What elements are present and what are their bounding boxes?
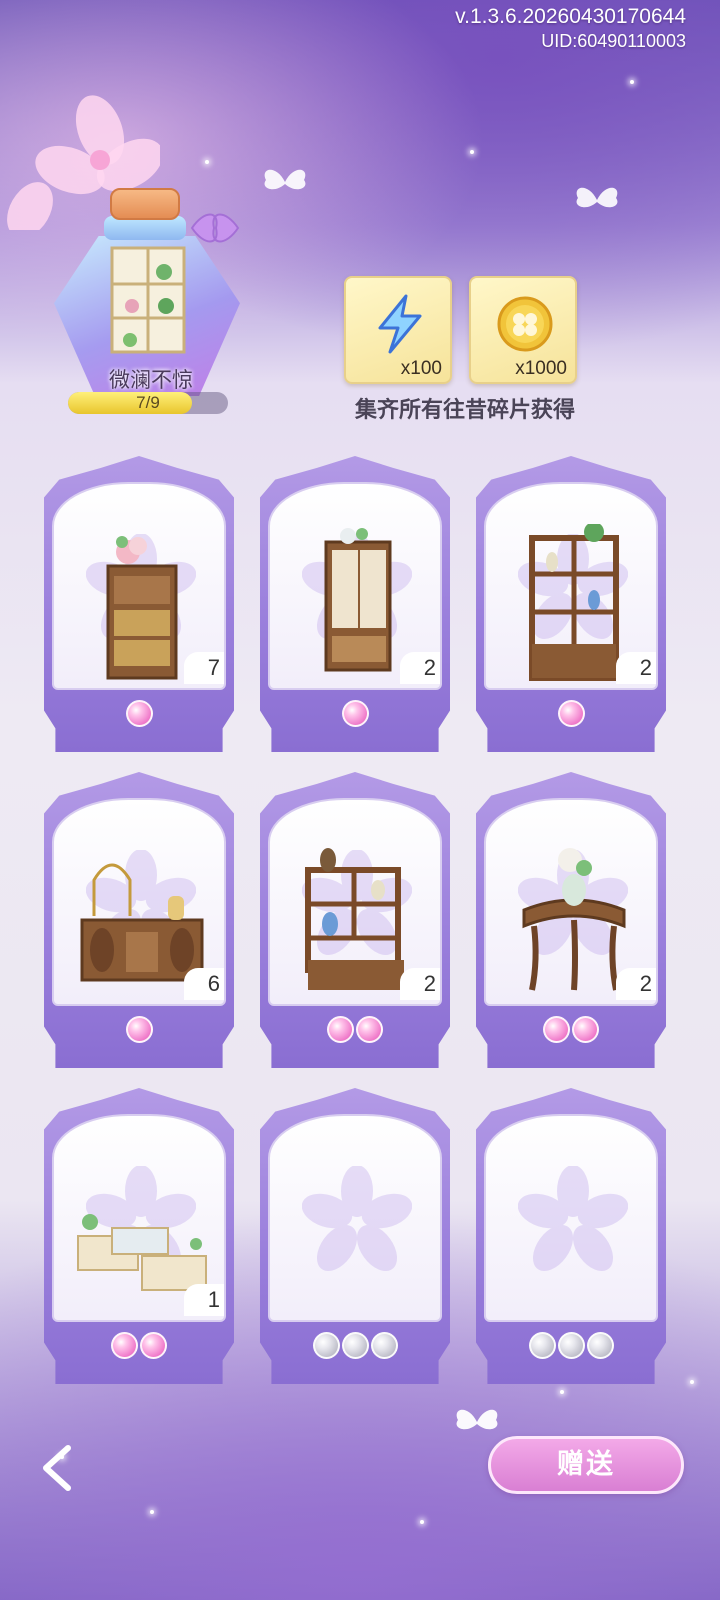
reward-item-energy[interactable]: x100 [344, 276, 452, 384]
rarity-orbs [260, 700, 450, 728]
fragment-card-vase-shelf[interactable]: 2 [260, 772, 450, 1068]
pink-orb-icon [557, 700, 585, 727]
butterfly-icon [258, 162, 312, 198]
rarity-orbs [476, 1016, 666, 1044]
pink-orb-icon [125, 1016, 153, 1043]
version-text: v.1.3.6.20260430170644 [455, 5, 686, 28]
pink-orb-icon [356, 1016, 383, 1043]
fragment-card-counter[interactable]: 1 [44, 1088, 234, 1384]
shelf-miniature-icon [110, 246, 186, 354]
fragment-card-empty[interactable] [260, 1088, 450, 1384]
grey-orb-icon [586, 1332, 614, 1359]
rarity-orbs [260, 1332, 450, 1360]
butterfly-icon [570, 180, 624, 216]
fragment-card-empty[interactable] [476, 1088, 666, 1384]
fragment-card-wardrobe[interactable]: 2 [260, 456, 450, 752]
rarity-orbs [260, 1016, 450, 1044]
progress-text: 7/9 [136, 393, 160, 412]
fragment-count: 2 [400, 652, 440, 684]
reward-count: x1000 [515, 358, 567, 379]
fragment-count: 2 [616, 652, 656, 684]
fragment-count: 2 [616, 968, 656, 1000]
flower-watermark-icon [518, 1166, 628, 1272]
rarity-orbs [476, 1332, 666, 1360]
uid-text: UID:60490110003 [541, 31, 686, 51]
collection-progress-bar: 7/9 [68, 392, 228, 414]
rarity-orbs [44, 1332, 234, 1360]
fragment-count: 7 [184, 652, 224, 684]
card-panel [484, 1114, 658, 1322]
fragment-card-birdcage-sideboard[interactable]: 6 [44, 772, 234, 1068]
grey-orb-icon [370, 1332, 398, 1359]
lightning-icon [378, 294, 422, 354]
flower-watermark-icon [302, 1166, 412, 1272]
bottle-cork [110, 188, 180, 220]
fragment-card-flower-cabinet[interactable]: 7 [44, 456, 234, 752]
grey-orb-icon [528, 1332, 556, 1359]
pink-orb-icon [140, 1332, 167, 1359]
grey-orb-icon [312, 1332, 340, 1359]
pink-orb-icon [327, 1016, 354, 1043]
back-arrow-icon[interactable] [36, 1442, 80, 1494]
gift-button[interactable]: 赠送 [488, 1436, 684, 1494]
reward-item-coin[interactable]: x1000 [469, 276, 577, 384]
rarity-orbs [44, 700, 234, 728]
grey-orb-icon [341, 1332, 369, 1359]
pink-orb-icon [341, 700, 369, 727]
pink-orb-icon [543, 1016, 570, 1043]
fragment-count: 2 [400, 968, 440, 1000]
rarity-orbs [44, 1016, 234, 1044]
fragment-card-half-moon-table[interactable]: 2 [476, 772, 666, 1068]
grey-orb-icon [557, 1332, 585, 1359]
fragment-count: 6 [184, 968, 224, 1000]
fragment-card-curio-shelf[interactable]: 2 [476, 456, 666, 752]
reward-count: x100 [400, 358, 442, 379]
pink-orb-icon [572, 1016, 599, 1043]
version-info: v.1.3.6.20260430170644 UID:60490110003 [455, 4, 686, 52]
clover-coin-icon [497, 296, 553, 352]
pink-orb-icon [111, 1332, 138, 1359]
collection-bottle[interactable]: 微澜不惊 7/9 [48, 188, 248, 428]
pink-orb-icon [125, 700, 153, 727]
card-panel [268, 1114, 442, 1322]
ribbon-icon [190, 213, 240, 243]
rarity-orbs [476, 700, 666, 728]
collection-name: 微澜不惊 [109, 369, 193, 392]
reward-caption: 集齐所有往昔碎片获得 [354, 397, 575, 423]
butterfly-icon [450, 1402, 504, 1438]
fragment-count: 1 [184, 1284, 224, 1316]
